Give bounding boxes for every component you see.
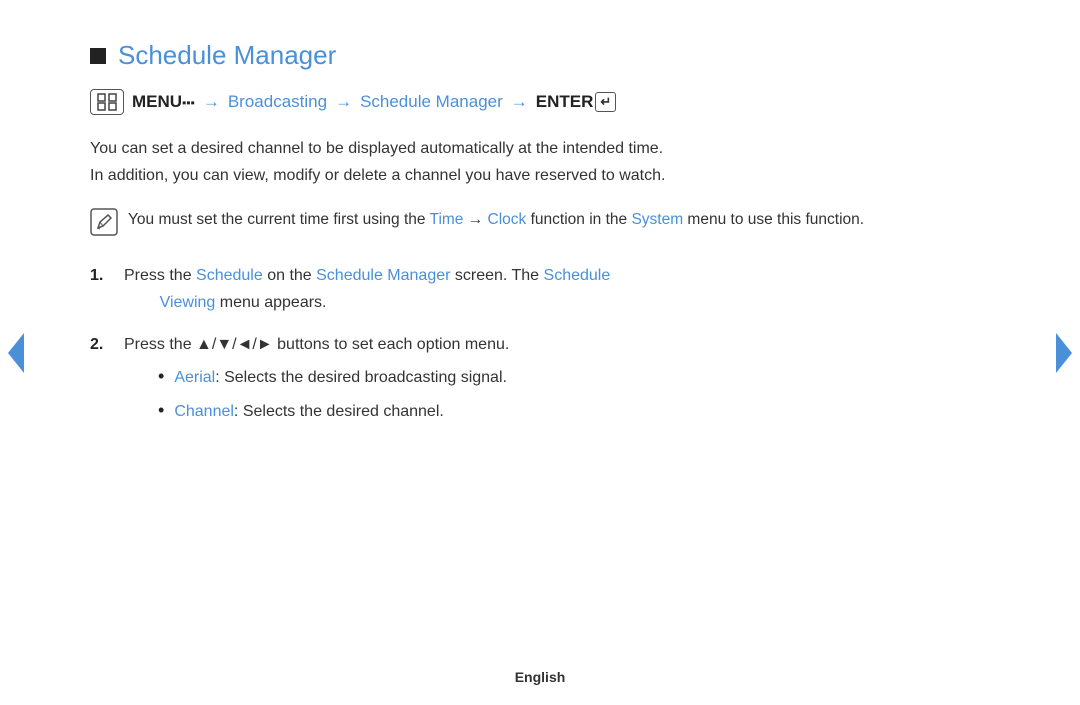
bullet-aerial-text: Aerial: Selects the desired broadcasting…: [174, 365, 507, 391]
menu-enter: ENTER↵: [536, 92, 617, 112]
enter-label: ENTER: [536, 92, 594, 112]
numbered-list: 1. Press the Schedule on the Schedule Ma…: [90, 263, 990, 433]
description-text: You can set a desired channel to be disp…: [90, 135, 990, 189]
prev-page-button[interactable]: [0, 329, 32, 377]
note-row: You must set the current time first usin…: [90, 207, 990, 241]
menu-label: MENU▪▪▪: [132, 92, 195, 112]
page-container: Schedule Manager MENU▪▪▪ → Broadcasting …: [0, 0, 1080, 705]
footer-language: English: [515, 669, 566, 685]
bullet-channel-text: Channel: Selects the desired channel.: [174, 399, 444, 425]
bullet-list: • Aerial: Selects the desired broadcasti…: [158, 365, 509, 426]
list-item-1-text: Press the Schedule on the Schedule Manag…: [124, 263, 610, 316]
next-page-button[interactable]: [1048, 329, 1080, 377]
footer: English: [0, 669, 1080, 685]
list-item-2-content: Press the ▲/▼/◄/► buttons to set each op…: [124, 332, 509, 433]
menu-broadcasting: Broadcasting: [228, 92, 327, 112]
bullet-item-aerial: • Aerial: Selects the desired broadcasti…: [158, 365, 509, 391]
list-item-2: 2. Press the ▲/▼/◄/► buttons to set each…: [90, 332, 990, 433]
list-num-1: 1.: [90, 263, 110, 289]
bullet-dot-2: •: [158, 399, 164, 422]
list-item-2-text: Press the ▲/▼/◄/► buttons to set each op…: [124, 336, 509, 353]
note-text: You must set the current time first usin…: [128, 207, 864, 233]
bullet-dot-1: •: [158, 365, 164, 388]
menu-path: MENU▪▪▪ → Broadcasting → Schedule Manage…: [90, 89, 990, 115]
title-row: Schedule Manager: [90, 40, 990, 71]
note-time-link: Time: [430, 211, 464, 228]
channel-link: Channel: [174, 403, 234, 420]
menu-arrow-3: →: [511, 92, 528, 112]
schedule-link-1: Schedule: [196, 267, 263, 284]
list-item-1: 1. Press the Schedule on the Schedule Ma…: [90, 263, 990, 316]
note-pencil-icon: [90, 208, 118, 241]
schedule-manager-link: Schedule Manager: [316, 267, 450, 284]
bullet-item-channel: • Channel: Selects the desired channel.: [158, 399, 509, 425]
enter-icon: ↵: [595, 92, 616, 112]
page-title: Schedule Manager: [118, 40, 336, 71]
menu-icon: [90, 89, 124, 115]
menu-arrow-2: →: [335, 92, 352, 112]
menu-arrow-1: →: [203, 92, 220, 112]
note-clock-link: Clock: [488, 211, 527, 228]
menu-schedule-manager: Schedule Manager: [360, 92, 503, 112]
aerial-link: Aerial: [174, 369, 215, 386]
note-system-link: System: [631, 211, 683, 228]
title-square-icon: [90, 48, 106, 64]
list-num-2: 2.: [90, 332, 110, 358]
